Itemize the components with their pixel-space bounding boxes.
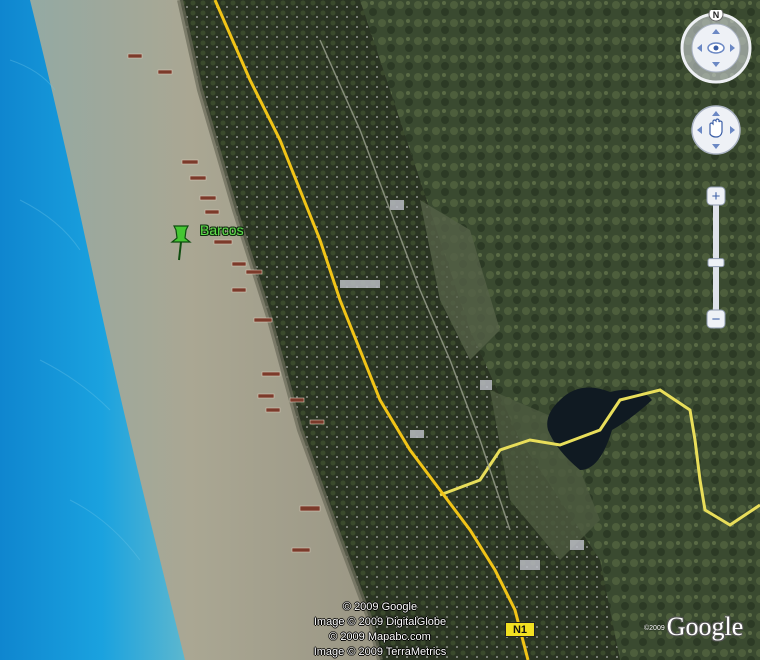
google-logo: ©2009 Google bbox=[644, 612, 743, 642]
pushpin-icon bbox=[170, 225, 192, 261]
compass-north-label: N bbox=[713, 10, 720, 20]
credit-line: © 2009 Google bbox=[342, 601, 418, 613]
placemark[interactable]: Barcos bbox=[168, 222, 244, 262]
pan-control[interactable] bbox=[690, 104, 742, 156]
zoom-thumb[interactable] bbox=[707, 258, 725, 268]
navigation-compass[interactable]: N bbox=[678, 10, 754, 86]
eye-icon[interactable] bbox=[707, 42, 725, 54]
satellite-map[interactable]: Barcos N + − © 2009 Google Image © 2009 … bbox=[0, 0, 760, 660]
credit-line: © 2009 Mapabc.com bbox=[329, 631, 431, 643]
credit-line: Image © 2009 DigitalGlobe bbox=[313, 616, 447, 628]
road-shield-n1: N1 bbox=[505, 622, 535, 637]
credit-line: Image © 2009 TerraMetrics bbox=[313, 646, 447, 658]
zoom-slider[interactable]: + − bbox=[704, 184, 728, 334]
imagery-credits: © 2009 Google Image © 2009 DigitalGlobe … bbox=[300, 600, 460, 660]
zoom-out-button[interactable]: − bbox=[706, 309, 726, 329]
zoom-out-label: − bbox=[712, 311, 721, 328]
logo-text: Google bbox=[666, 612, 744, 641]
map-imagery bbox=[0, 0, 760, 660]
zoom-in-label: + bbox=[712, 188, 721, 205]
logo-copyright: ©2009 bbox=[644, 625, 665, 632]
placemark-label[interactable]: Barcos bbox=[200, 222, 244, 238]
zoom-in-button[interactable]: + bbox=[706, 186, 726, 206]
